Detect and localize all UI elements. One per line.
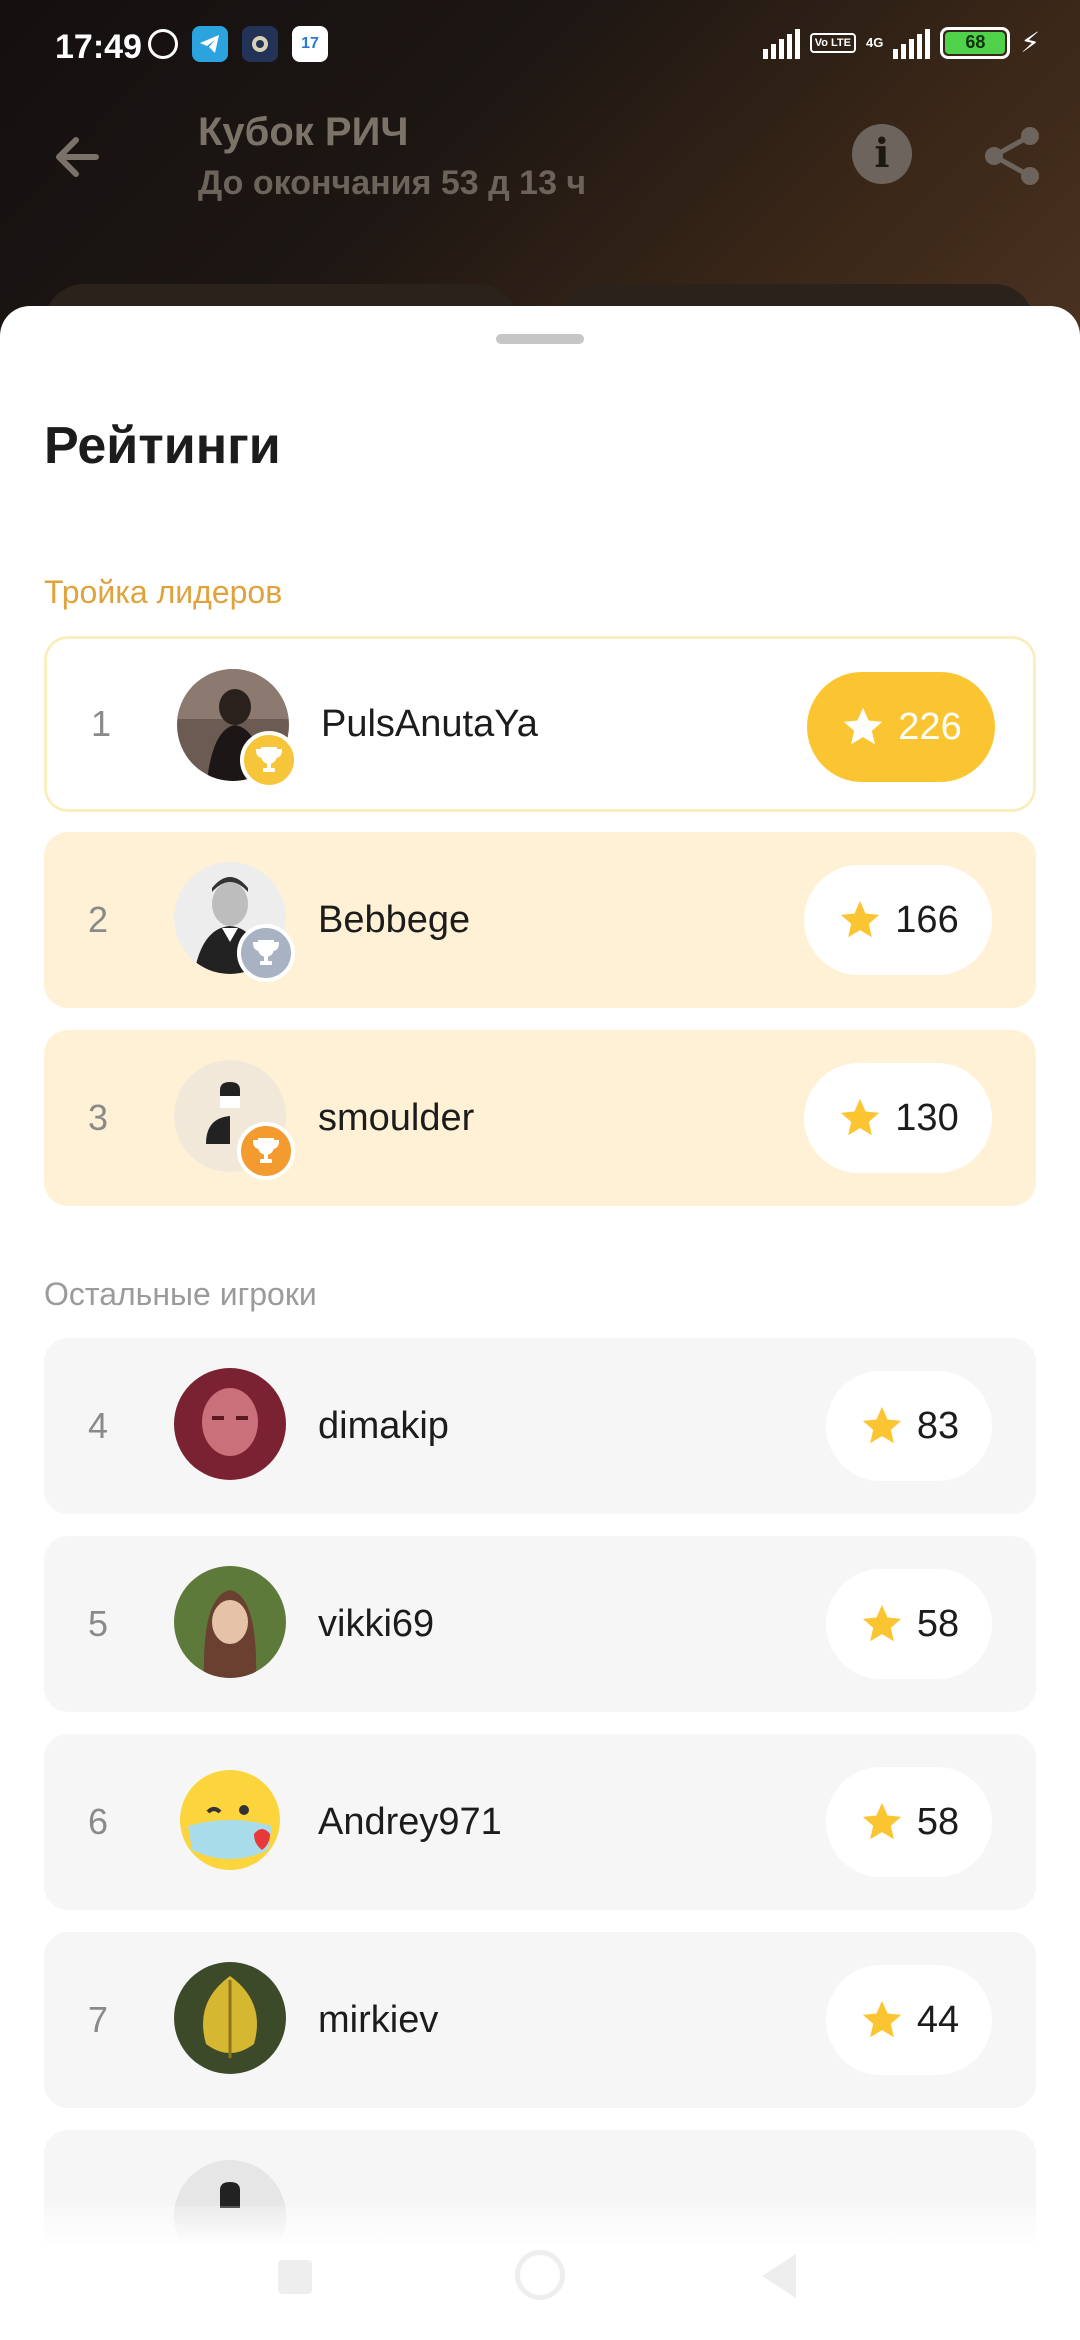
- home-button[interactable]: [515, 2250, 565, 2300]
- background-screen: 17:49 17 Vo LTE 4G 68 ⚡ Кубок РИЧ До око…: [0, 0, 1080, 364]
- status-bar: 17:49 17 Vo LTE 4G 68 ⚡: [0, 0, 1080, 96]
- system-icons: Vo LTE 4G 68 ⚡: [762, 26, 1040, 59]
- signal-icon: [762, 27, 800, 59]
- rank-number: 7: [88, 1999, 109, 2040]
- app-notification-icon: [242, 26, 278, 62]
- telegram-icon: [192, 26, 228, 62]
- star-icon: [841, 900, 880, 938]
- username: Andrey971: [318, 1800, 502, 1843]
- calendar-icon: 17: [292, 26, 328, 62]
- score-badge: 226: [807, 672, 995, 782]
- nav-back-button[interactable]: [762, 2254, 796, 2298]
- alarm-icon: [148, 29, 178, 59]
- score-badge: 130: [804, 1063, 992, 1173]
- score-value: 58: [916, 1602, 960, 1645]
- rank-number: 4: [88, 1405, 109, 1446]
- star-icon: [862, 1406, 902, 1444]
- recents-button[interactable]: [278, 2260, 312, 2294]
- gold-trophy-icon: [240, 731, 298, 789]
- rank-number: 1: [91, 703, 112, 744]
- status-time: 17:49: [55, 28, 142, 66]
- score-value: 130: [895, 1096, 959, 1139]
- share-icon[interactable]: [980, 124, 1044, 188]
- signal-icon-2: [893, 27, 931, 59]
- leader-row[interactable]: 2 Bebbege 166: [44, 832, 1036, 1008]
- username: Bebbege: [318, 898, 471, 941]
- back-arrow-icon[interactable]: [50, 130, 110, 190]
- username: mirkiev: [318, 1998, 439, 2041]
- score-badge: 44: [826, 1965, 992, 2075]
- leader-row[interactable]: 1 PulsAnutaYa 226: [44, 636, 1036, 812]
- sheet-title: Рейтинги: [44, 417, 281, 475]
- ratings-sheet: Рейтинги Тройка лидеров 1 PulsAnutaYa 22…: [0, 306, 1080, 2340]
- star-icon: [862, 1802, 902, 1840]
- page-title: Кубок РИЧ: [198, 110, 409, 154]
- silver-trophy-icon: [237, 924, 295, 982]
- score-value: 166: [895, 898, 959, 941]
- star-icon: [862, 2000, 902, 2038]
- score-badge: 58: [826, 1767, 992, 1877]
- player-row[interactable]: 6 Andrey971 58: [44, 1734, 1036, 1910]
- system-nav-bar: [0, 2210, 1080, 2340]
- player-row[interactable]: 5 vikki69 58: [44, 1536, 1036, 1712]
- star-icon: [862, 1604, 902, 1642]
- player-row[interactable]: 4 dimakip 83: [44, 1338, 1036, 1514]
- star-icon: [841, 1098, 880, 1136]
- avatar: [174, 1368, 286, 1480]
- player-row[interactable]: 7 mirkiev 44: [44, 1932, 1036, 2108]
- score-badge: 166: [804, 865, 992, 975]
- rank-number: 5: [88, 1603, 109, 1644]
- drag-handle[interactable]: [496, 334, 584, 344]
- others-section-label: Остальные игроки: [44, 1276, 317, 1312]
- username: vikki69: [318, 1602, 435, 1645]
- score-value: 83: [916, 1404, 960, 1447]
- score-value: 58: [916, 1800, 960, 1843]
- score-badge: 83: [826, 1371, 992, 1481]
- username: smoulder: [318, 1096, 475, 1139]
- star-icon: [844, 707, 883, 745]
- volte-icon: Vo LTE: [809, 32, 856, 53]
- battery-level: 68: [945, 31, 1006, 54]
- avatar: [174, 1764, 286, 1876]
- battery-icon: 68: [940, 26, 1011, 59]
- score-badge: 58: [826, 1569, 992, 1679]
- leader-row[interactable]: 3 smoulder 130: [44, 1030, 1036, 1206]
- rank-number: 6: [88, 1801, 109, 1842]
- score-value: 44: [916, 1998, 960, 2041]
- app-header: Кубок РИЧ До окончания 53 д 13 ч i: [0, 110, 1080, 220]
- bronze-trophy-icon: [237, 1122, 295, 1180]
- charging-icon: ⚡: [1020, 27, 1040, 58]
- rank-number: 2: [88, 899, 109, 940]
- network-type: 4G: [865, 35, 884, 50]
- page-subtitle: До окончания 53 д 13 ч: [198, 164, 587, 202]
- leaders-section-label: Тройка лидеров: [44, 574, 283, 610]
- avatar: [174, 1962, 286, 2074]
- rank-number: 3: [88, 1097, 109, 1138]
- username: dimakip: [318, 1404, 449, 1447]
- notification-icons: 17: [148, 26, 328, 62]
- score-value: 226: [898, 705, 962, 748]
- username: PulsAnutaYa: [321, 702, 538, 745]
- avatar: [174, 1566, 286, 1678]
- info-icon[interactable]: i: [852, 124, 912, 184]
